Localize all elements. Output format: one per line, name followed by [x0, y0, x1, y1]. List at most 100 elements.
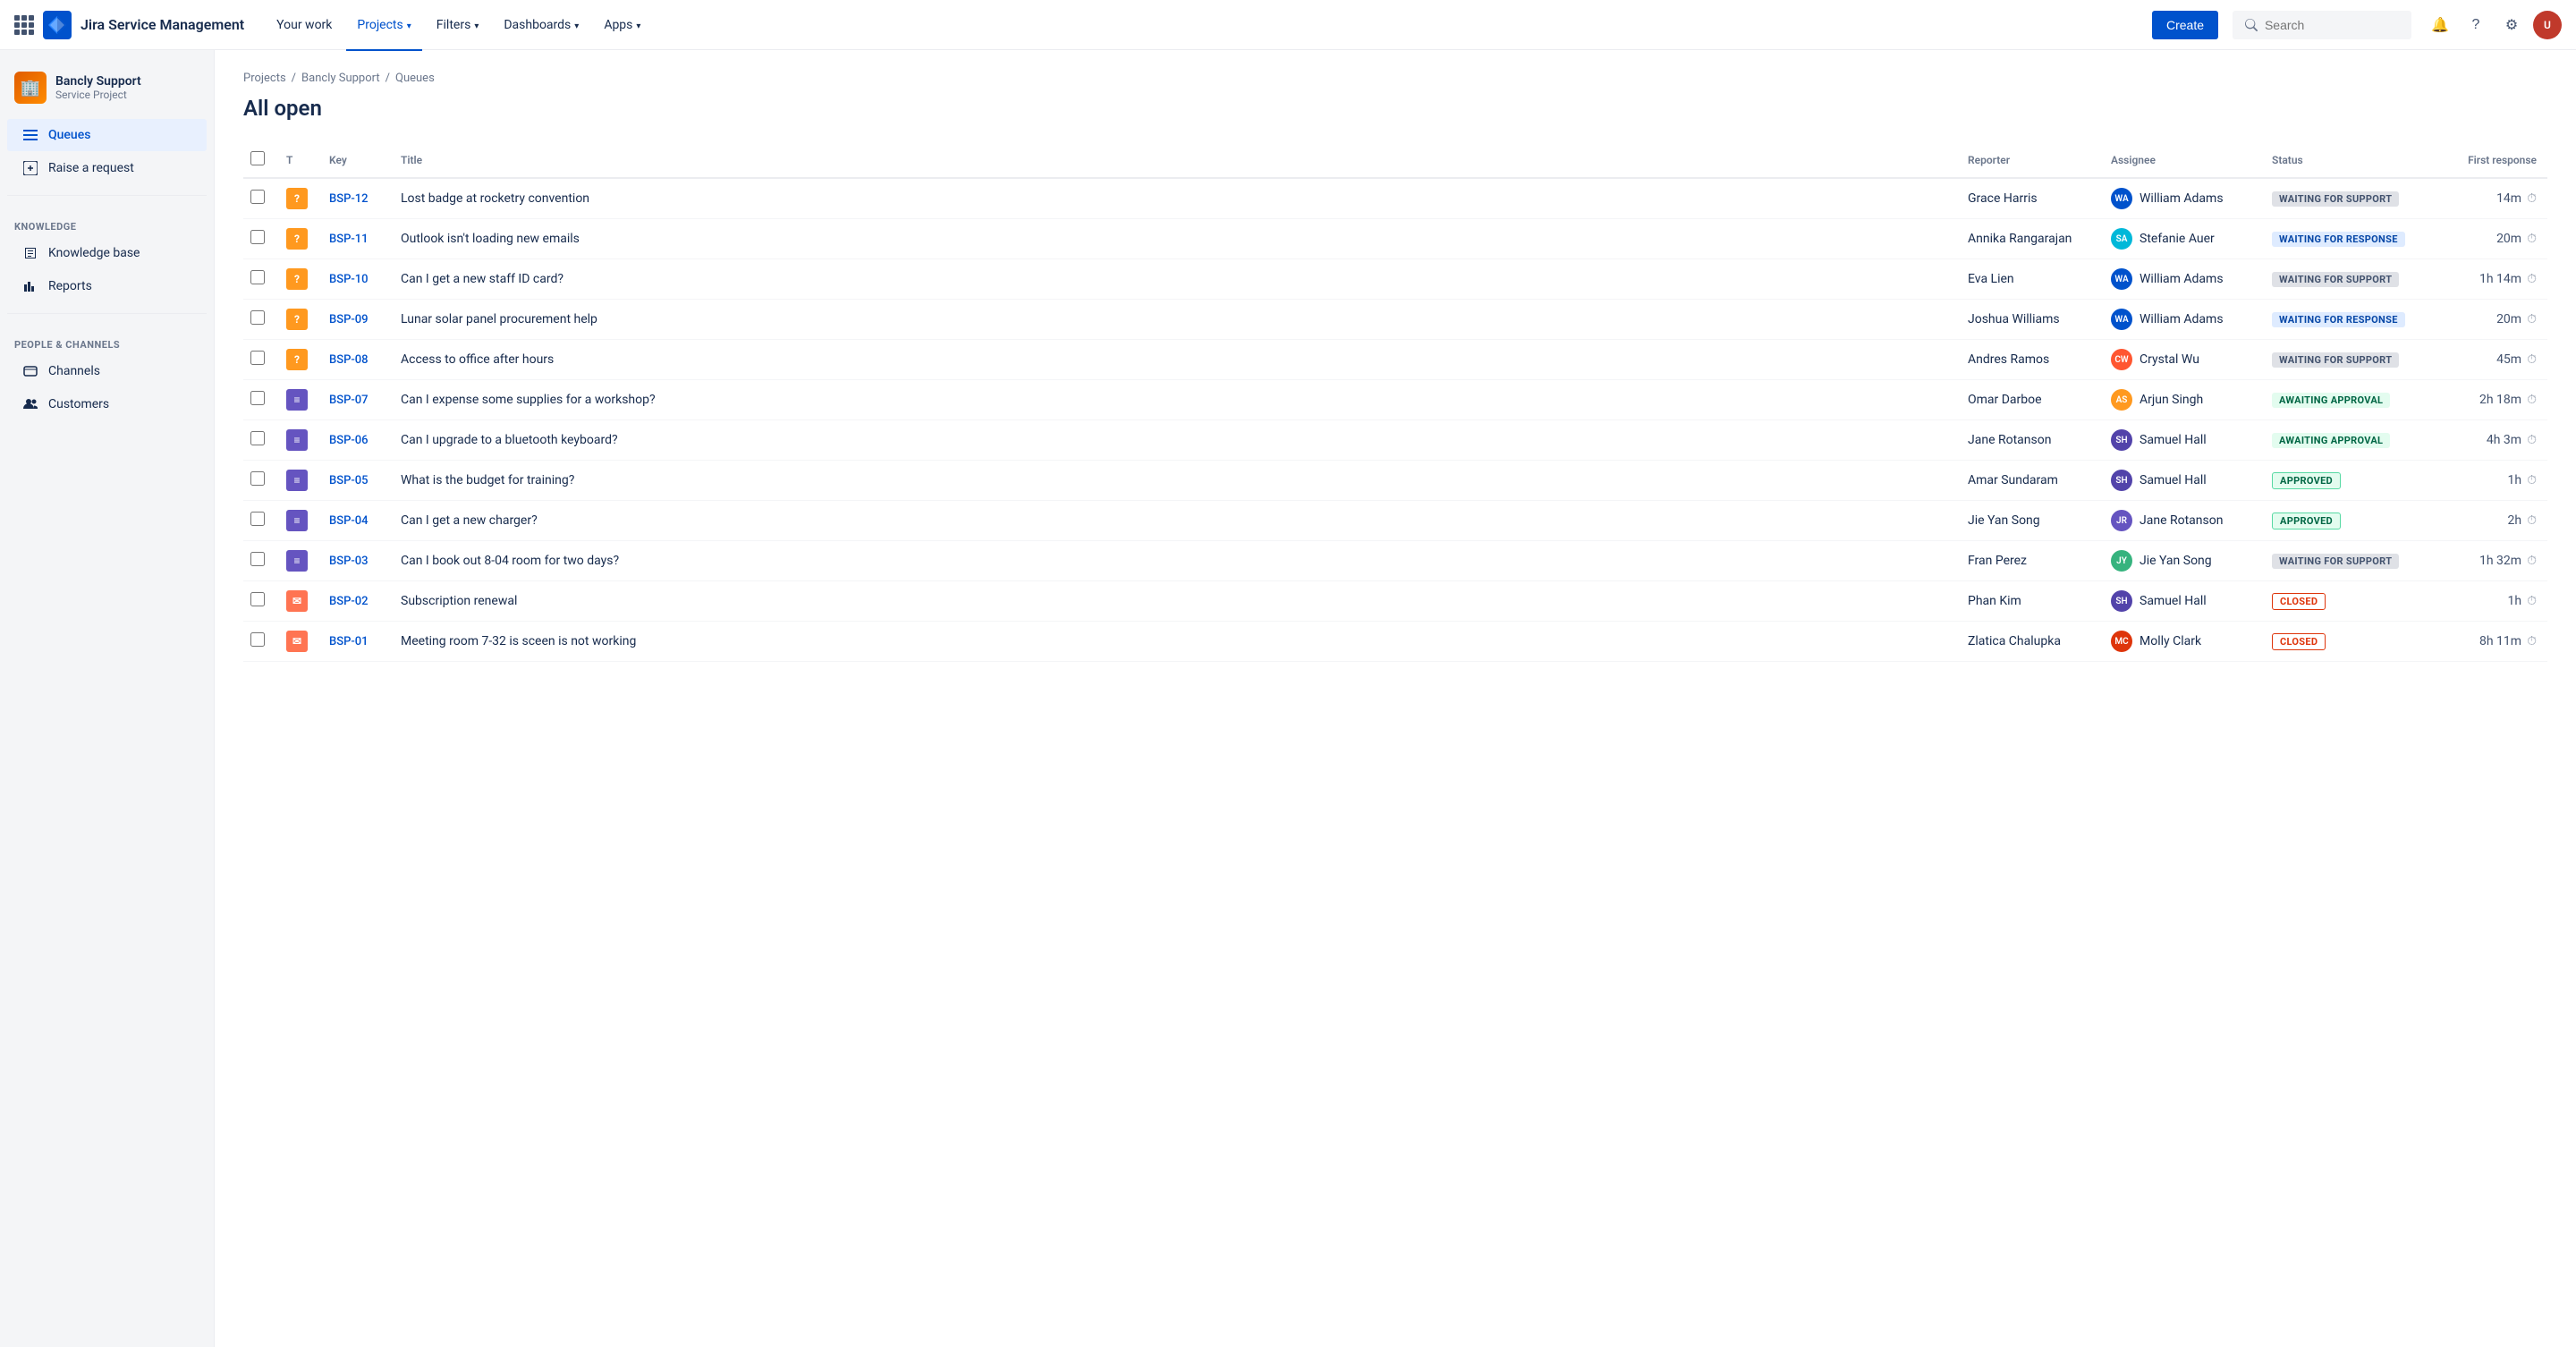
reporter-name: Annika Rangarajan [1968, 232, 2072, 246]
issues-table: T Key Title Reporter Assignee Status Fir… [243, 142, 2547, 662]
response-time: 1h [2507, 473, 2521, 487]
row-checkbox-10[interactable] [250, 592, 265, 606]
app-logo[interactable]: Jira Service Management [14, 11, 244, 39]
row-type: ≡ [275, 461, 318, 501]
assignee-avatar: AS [2111, 389, 2132, 411]
page-title: All open [243, 96, 2547, 121]
row-status: WAITING FOR RESPONSE [2261, 300, 2440, 340]
type-icon: ? [286, 228, 308, 250]
row-response: 4h 3m ⏱ [2440, 420, 2547, 461]
row-checkbox-9[interactable] [250, 552, 265, 566]
sidebar-item-channels[interactable]: Channels [7, 355, 207, 387]
row-reporter: Omar Darboe [1957, 380, 2100, 420]
row-checkbox-7[interactable] [250, 471, 265, 486]
help-button[interactable]: ? [2462, 11, 2490, 39]
search-bar[interactable] [2233, 11, 2411, 39]
assignee-avatar: SH [2111, 590, 2132, 612]
response-time: 1h 14m [2479, 272, 2521, 286]
assignee-cell: JY Jie Yan Song [2111, 550, 2250, 572]
response-cell: 20m ⏱ [2451, 312, 2537, 326]
sidebar-item-queues[interactable]: Queues [7, 119, 207, 151]
row-status: WAITING FOR SUPPORT [2261, 259, 2440, 300]
table-row: ≡ BSP-04 Can I get a new charger? Jie Ya… [243, 501, 2547, 541]
issue-key-link[interactable]: BSP-06 [329, 434, 369, 447]
breadcrumb-bancly-support[interactable]: Bancly Support [301, 72, 380, 85]
sidebar-item-reports[interactable]: Reports [7, 270, 207, 302]
row-title: Can I get a new staff ID card? [390, 259, 1957, 300]
response-cell: 2h 18m ⏱ [2451, 393, 2537, 407]
waffle-menu-icon[interactable] [14, 15, 34, 35]
nav-apps[interactable]: Apps [593, 11, 651, 39]
table-row: ✉ BSP-02 Subscription renewal Phan Kim S… [243, 581, 2547, 622]
sidebar-item-knowledge-base[interactable]: Knowledge base [7, 237, 207, 269]
nav-dashboards[interactable]: Dashboards [493, 11, 589, 39]
search-icon [2245, 18, 2258, 32]
clock-icon: ⏱ [2527, 312, 2537, 326]
issue-key-link[interactable]: BSP-03 [329, 555, 369, 568]
assignee-name: Molly Clark [2140, 634, 2201, 648]
issue-title: Access to office after hours [401, 352, 554, 367]
row-checkbox-4[interactable] [250, 351, 265, 365]
issue-key-link[interactable]: BSP-02 [329, 595, 369, 608]
row-checkbox-0[interactable] [250, 190, 265, 204]
assignee-name: William Adams [2140, 312, 2224, 326]
issue-key-link[interactable]: BSP-01 [329, 635, 369, 648]
issue-title: Meeting room 7-32 is sceen is not workin… [401, 634, 636, 648]
row-key: BSP-10 [318, 259, 390, 300]
issue-key-link[interactable]: BSP-05 [329, 474, 369, 487]
assignee-cell: WA William Adams [2111, 188, 2250, 209]
reporter-name: Zlatica Chalupka [1968, 634, 2061, 648]
row-status: WAITING FOR SUPPORT [2261, 178, 2440, 219]
select-all-checkbox[interactable] [250, 151, 265, 165]
row-checkbox-cell [243, 461, 275, 501]
assignee-name: Arjun Singh [2140, 393, 2203, 407]
nav-your-work[interactable]: Your work [266, 11, 343, 39]
notifications-button[interactable]: 🔔 [2426, 11, 2454, 39]
row-reporter: Grace Harris [1957, 178, 2100, 219]
create-button[interactable]: Create [2152, 11, 2218, 39]
row-checkbox-3[interactable] [250, 310, 265, 325]
user-avatar[interactable]: U [2533, 11, 2562, 39]
status-badge: WAITING FOR SUPPORT [2272, 191, 2399, 207]
breadcrumb-projects[interactable]: Projects [243, 72, 286, 85]
status-badge: CLOSED [2272, 593, 2326, 610]
row-checkbox-8[interactable] [250, 512, 265, 526]
row-reporter: Annika Rangarajan [1957, 219, 2100, 259]
response-time: 8h 11m [2479, 634, 2521, 648]
issue-key-link[interactable]: BSP-10 [329, 273, 369, 286]
sidebar-item-raise-request[interactable]: Raise a request [7, 152, 207, 184]
reports-label: Reports [48, 279, 92, 293]
search-input[interactable] [2265, 18, 2399, 32]
issue-key-link[interactable]: BSP-04 [329, 514, 369, 528]
issue-key-link[interactable]: BSP-12 [329, 192, 369, 206]
row-response: 2h 18m ⏱ [2440, 380, 2547, 420]
app-brand-label: Jira Service Management [80, 16, 244, 33]
row-checkbox-2[interactable] [250, 270, 265, 284]
row-assignee: CW Crystal Wu [2100, 340, 2261, 380]
row-checkbox-11[interactable] [250, 632, 265, 647]
assignee-name: Samuel Hall [2140, 473, 2207, 487]
assignee-cell: WA William Adams [2111, 268, 2250, 290]
nav-filters[interactable]: Filters [426, 11, 490, 39]
row-response: 1h ⏱ [2440, 461, 2547, 501]
table-row: ? BSP-09 Lunar solar panel procurement h… [243, 300, 2547, 340]
row-checkbox-1[interactable] [250, 230, 265, 244]
issue-key-link[interactable]: BSP-08 [329, 353, 369, 367]
settings-button[interactable]: ⚙ [2497, 11, 2526, 39]
issues-table-container: T Key Title Reporter Assignee Status Fir… [243, 142, 2547, 662]
issue-key-link[interactable]: BSP-07 [329, 394, 369, 407]
issue-key-link[interactable]: BSP-09 [329, 313, 369, 326]
row-checkbox-cell [243, 541, 275, 581]
row-key: BSP-04 [318, 501, 390, 541]
assignee-name: William Adams [2140, 272, 2224, 286]
response-time: 45m [2496, 352, 2521, 367]
row-checkbox-6[interactable] [250, 431, 265, 445]
sidebar-item-customers[interactable]: Customers [7, 388, 207, 420]
row-type: ? [275, 219, 318, 259]
clock-icon: ⏱ [2527, 554, 2537, 568]
issue-key-link[interactable]: BSP-11 [329, 233, 369, 246]
sidebar: 🏢 Bancly Support Service Project Queues … [0, 50, 215, 1347]
nav-projects[interactable]: Projects [346, 11, 421, 39]
row-checkbox-5[interactable] [250, 391, 265, 405]
row-title: Access to office after hours [390, 340, 1957, 380]
